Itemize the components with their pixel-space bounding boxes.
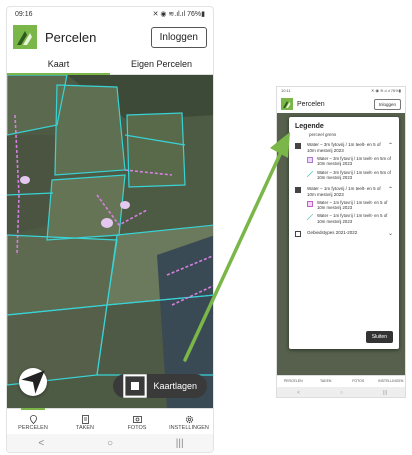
legend-login-button[interactable]: Inloggen [373,98,401,110]
legend-group-3m-checkbox[interactable] [295,143,301,149]
map-layers-label: Kaartlagen [153,381,197,391]
login-button[interactable]: Inloggen [150,26,207,48]
locate-button[interactable] [19,368,47,396]
navigation-arrow-icon [21,370,45,394]
app-title: Percelen [45,29,97,45]
legend-sub-item: Water – 1m fytovrij / 1m teelt- en 5 of … [307,200,393,210]
legend-app-logo [281,98,293,110]
nav-instellingen-label: INSTELLINGEN [169,424,209,431]
app-logo [13,25,37,49]
legend-group-1m[interactable]: Water – 1m fytovrij / 1m teelt- en 5 of … [295,186,393,197]
system-home-button[interactable]: ○ [107,438,113,449]
nav-fotos[interactable]: FOTOS [111,409,163,436]
tab-eigen-percelen[interactable]: Eigen Percelen [110,53,213,74]
status-time: 09:16 [15,10,33,18]
photo-icon [132,415,142,423]
legend-group-1m-checkbox[interactable] [295,186,301,193]
line-swatch-icon [307,214,313,221]
system-recents-button[interactable]: ||| [176,438,184,449]
legend-title: Legende [295,123,324,130]
legend-sub-label: Water – 1m fytovrij / 1m teelt- en 5 of … [317,213,388,224]
legend-sub-item: Water – 3m fytovrij / 1m teelt- en 5m of… [307,170,393,180]
legend-panel: Legende perceel grens Water – 3m fytovri… [289,117,399,349]
legend-nav-percelen[interactable]: PERCELEN [277,376,310,387]
system-back-button[interactable]: < [38,438,44,449]
chevron-up-icon[interactable]: ⌃ [388,186,393,193]
tab-bar: Kaart Eigen Percelen [7,53,213,75]
legend-status-icons: ✕ ◉ ≋.ıl.ıl 76%▮ [371,88,401,93]
legend-app-bar: Percelen Inloggen [277,95,405,113]
nav-instellingen[interactable]: INSTELLINGEN [163,409,213,436]
polygon-swatch-icon [307,201,313,208]
legend-system-back[interactable]: < [297,390,300,396]
legend-group-1m-label: Water – 1m fytovrij / 1m teelt- en 5 of … [307,185,381,197]
status-icons: ✕ ◉ ≋.ıl.ıl 76%▮ [152,11,205,18]
legend-nav-taken[interactable]: TAKEN [310,376,343,387]
legend-sub-label: Water – 3m fytovrij / 1m teelt- en 5m of… [317,169,391,180]
legend-nav-instellingen[interactable]: INSTELLINGEN [375,376,406,387]
polygon-swatch-icon [307,157,313,164]
map-layers-button[interactable]: Kaartlagen [113,374,207,398]
nav-percelen[interactable]: PERCELEN [7,408,59,436]
legend-group-3m-label: Water – 3m fytovrij / 1m teelt- en 5 of … [307,142,381,153]
nav-percelen-label: PERCELEN [18,424,48,431]
legend-group-gebiedstypes-label: Gebiedstypes 2021-2022 [307,229,358,235]
tab-kaart[interactable]: Kaart [7,53,110,75]
chevron-down-icon[interactable]: ⌄ [388,230,393,237]
nav-fotos-label: FOTOS [127,424,147,431]
bottom-nav: PERCELEN TAKEN FOTOS INSTELLINGEN [7,408,213,436]
legend-app-title: Percelen [297,100,325,108]
map-canvas [7,75,213,408]
legend-group-gebiedstypes-checkbox[interactable] [295,230,301,237]
legend-system-home[interactable]: ○ [340,390,343,396]
legend-status-bar: 10:11 ✕ ◉ ≋.ıl.ıl 76%▮ [277,87,405,95]
status-bar: 09:16 ✕ ◉ ≋.ıl.ıl 76%▮ [7,7,213,21]
nav-taken-label: TAKEN [76,424,94,431]
gear-icon [185,415,193,423]
map-view[interactable]: Kaartlagen [7,75,213,408]
tasks-icon [81,414,89,424]
legend-sub-item: Water – 1m fytovrij / 1m teelt- en 5 of … [307,213,393,224]
legend-sub-item: Water – 3m fytovrij / 1m teelt- en 5m of… [307,156,393,166]
legend-group-gebiedstypes[interactable]: Gebiedstypes 2021-2022 ⌄ [295,230,393,237]
nav-taken[interactable]: TAKEN [59,409,111,436]
legend-bottom-nav: PERCELEN TAKEN FOTOS INSTELLINGEN [277,375,406,387]
chevron-up-icon[interactable]: ⌃ [388,142,393,149]
app-bar: Percelen Inloggen [7,21,213,53]
layers-icon [123,374,148,398]
system-nav: < ○ ||| [7,434,213,452]
legend-status-time: 10:11 [281,88,291,93]
legend-sub-label: Water – 3m fytovrij / 1m teelt- en 5m of… [317,156,391,167]
legend-nav-fotos[interactable]: FOTOS [342,376,375,387]
line-swatch-icon [307,170,313,177]
phone-screen: 09:16 ✕ ◉ ≋.ıl.ıl 76%▮ Percelen Inloggen… [6,6,214,453]
legend-sub-label: Water – 1m fytovrij / 1m teelt- en 5 of … [317,200,388,211]
pin-icon [29,414,37,424]
legend-system-recents[interactable]: ||| [383,390,387,396]
legend-item-perceel-grens: perceel grens [309,132,337,137]
legend-group-3m[interactable]: Water – 3m fytovrij / 1m teelt- en 5 of … [295,142,393,153]
legend-close-button[interactable]: Sluiten [365,331,393,343]
legend-preview-screen: 10:11 ✕ ◉ ≋.ıl.ıl 76%▮ Percelen Inloggen… [276,86,406,398]
legend-system-nav: < ○ ||| [277,387,405,397]
